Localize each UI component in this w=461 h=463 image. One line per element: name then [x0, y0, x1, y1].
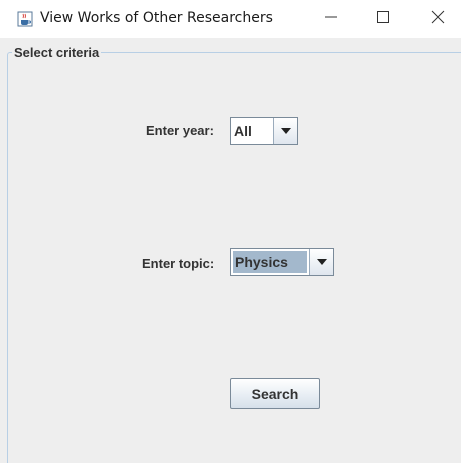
java-cup-icon [17, 11, 33, 27]
minimize-button[interactable] [308, 0, 354, 38]
title-bar: View Works of Other Researchers [0, 0, 461, 38]
year-combo-value: All [234, 123, 252, 139]
maximize-icon [377, 10, 389, 28]
close-button[interactable] [415, 0, 461, 38]
minimize-icon [325, 10, 337, 28]
chevron-down-icon[interactable] [273, 118, 297, 144]
year-label: Enter year: [146, 123, 214, 138]
chevron-down-icon[interactable] [309, 249, 333, 275]
search-button[interactable]: Search [230, 378, 320, 409]
year-combo[interactable]: All [230, 117, 298, 145]
topic-combo-value: Physics [233, 251, 307, 273]
window-title: View Works of Other Researchers [40, 10, 273, 26]
close-icon [431, 10, 445, 29]
maximize-button[interactable] [360, 0, 406, 38]
topic-label: Enter topic: [142, 256, 215, 271]
criteria-panel: Select criteria Enter year: All Enter to… [0, 38, 461, 463]
group-title: Select criteria [12, 45, 102, 60]
topic-combo[interactable]: Physics [230, 248, 334, 276]
